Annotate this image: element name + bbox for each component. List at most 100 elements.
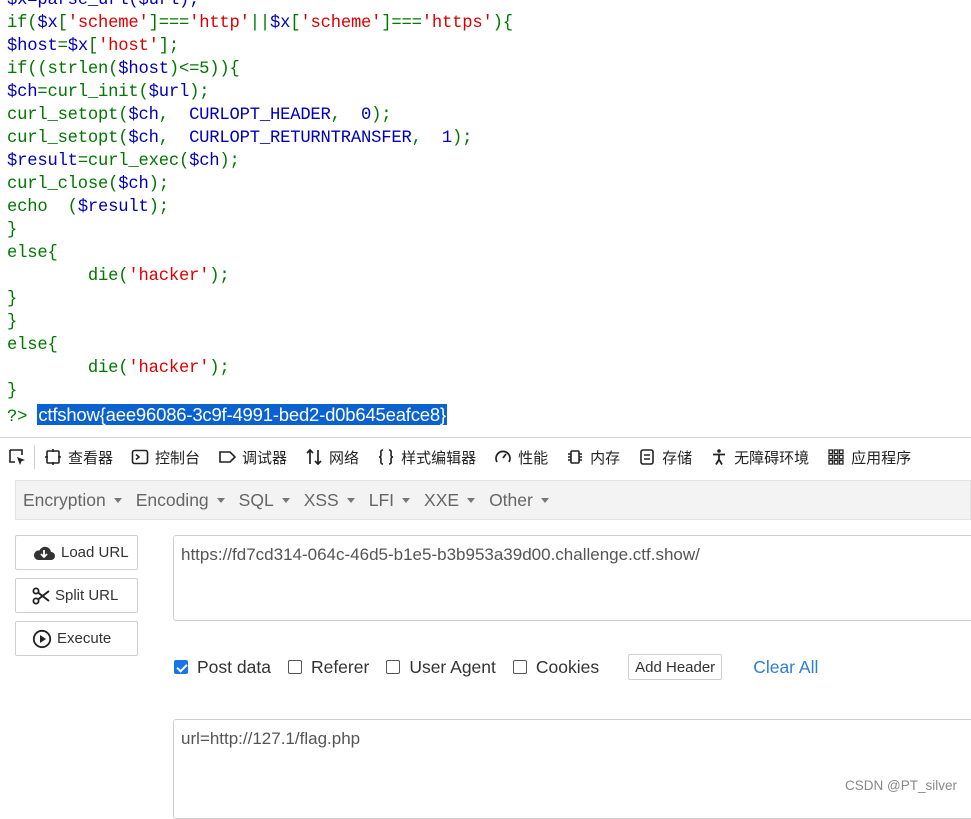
- code-token: );: [452, 129, 473, 148]
- chevron-down-icon: [113, 497, 122, 503]
- option-label: User Agent: [409, 656, 496, 677]
- code-lines: $x=parse_url($url); if($x['scheme']==='ht…: [7, 0, 971, 403]
- element-picker-button[interactable]: [0, 445, 35, 469]
- devtools-tab[interactable]: 应用程序: [818, 447, 920, 468]
- code-token: 'scheme': [67, 14, 149, 33]
- code-token: $x: [67, 37, 88, 56]
- flag-text[interactable]: ctfshow{aee96086-3c9f-4991-bed2-d0b645ea…: [37, 404, 447, 425]
- code-token: CURLOPT_HEADER: [189, 106, 331, 125]
- code-token: ];: [158, 37, 179, 56]
- code-token: =: [57, 37, 68, 56]
- style-editor-icon: [379, 449, 394, 465]
- code-line: curl_setopt($ch, CURLOPT_RETURNTRANSFER,…: [7, 127, 971, 150]
- code-token: }: [7, 382, 18, 401]
- option-label: Referer: [310, 656, 370, 677]
- play-circle-icon: [32, 629, 52, 648]
- scissors-icon: [32, 587, 50, 604]
- code-token: $ch: [7, 83, 38, 102]
- flag-line: ?> ctfshow{aee96086-3c9f-4991-bed2-d0b64…: [7, 403, 971, 427]
- execute-button[interactable]: Execute: [15, 621, 138, 656]
- code-line: $ch=curl_init($url);: [7, 81, 971, 104]
- option-user-agent[interactable]: User Agent: [386, 657, 496, 678]
- code-token: $ch: [118, 175, 149, 194]
- devtools-tab[interactable]: 控制台: [122, 447, 209, 468]
- hackbar-menu-item[interactable]: Encoding: [129, 490, 232, 511]
- split-url-label: Split URL: [55, 587, 119, 604]
- devtools-tab-label: 无障碍环境: [734, 449, 810, 467]
- devtools-tab[interactable]: 性能: [485, 447, 557, 468]
- code-token: 0: [361, 106, 372, 125]
- chevron-down-icon: [467, 497, 476, 503]
- option-post-data[interactable]: Post data: [174, 657, 271, 678]
- devtools-tab[interactable]: 样式编辑器: [368, 447, 485, 468]
- option-cookies[interactable]: Cookies: [512, 656, 600, 678]
- hackbar-menu-item[interactable]: XXE: [417, 490, 482, 511]
- hackbar-menu-item[interactable]: Encryption: [16, 490, 129, 511]
- checkbox[interactable]: [512, 660, 527, 674]
- code-line: else{: [7, 242, 971, 265]
- code-token: );: [219, 152, 240, 171]
- devtools-toolbar: 查看器 控制台 调试器 网络 样式编辑器 性能 内存 存储 无障碍环境 应用程序: [0, 437, 971, 476]
- checkbox[interactable]: [386, 660, 401, 674]
- code-token: =curl_init(: [37, 83, 149, 102]
- code-line: $x=parse_url($url);: [7, 0, 971, 12]
- checkbox[interactable]: [287, 660, 302, 674]
- option-referer[interactable]: Referer: [287, 656, 370, 678]
- code-line: die('hacker');: [7, 265, 971, 288]
- code-token: $ch: [128, 106, 159, 125]
- execute-label: Execute: [57, 630, 112, 647]
- devtools-tab-label: 存储: [662, 449, 693, 467]
- element-picker-icon: [9, 449, 25, 465]
- code-line: $result=curl_exec($ch);: [7, 150, 971, 173]
- devtools-tab[interactable]: 网络: [296, 447, 368, 468]
- load-url-button[interactable]: Load URL: [15, 535, 138, 570]
- hackbar-menu-item[interactable]: Other: [482, 490, 556, 511]
- code-token: CURLOPT_RETURNTRANSFER: [189, 129, 412, 148]
- code-line: else{: [7, 334, 971, 357]
- code-token: curl_setopt(: [7, 129, 129, 148]
- devtools-tab[interactable]: 调试器: [209, 447, 296, 468]
- code-line: if((strlen($host)<=5)){: [7, 58, 971, 81]
- hackbar-menu-label: SQL: [238, 489, 274, 510]
- code-line: $host=$x['host'];: [7, 35, 971, 58]
- code-token: ,: [411, 129, 442, 148]
- code-token: ,: [330, 106, 362, 125]
- clear-all-link[interactable]: Clear All: [753, 657, 818, 678]
- code-token: ,: [158, 129, 190, 148]
- devtools-tab-label: 内存: [590, 449, 621, 467]
- devtools-tab[interactable]: 查看器: [35, 447, 122, 468]
- debugger-icon: [219, 451, 237, 463]
- url-input[interactable]: https://fd7cd314-064c-46d5-b1e5-b3b953a3…: [173, 535, 971, 621]
- code-token: );: [148, 175, 169, 194]
- split-url-button[interactable]: Split URL: [15, 578, 138, 613]
- option-label: Cookies: [535, 656, 600, 677]
- hackbar-menu-label: XXE: [424, 489, 460, 510]
- code-token: die(: [7, 359, 129, 378]
- devtools-tab[interactable]: 存储: [629, 447, 701, 468]
- post-data-input[interactable]: url=http://127.1/flag.php: [173, 719, 971, 819]
- code-token: echo (: [7, 198, 78, 217]
- chevron-down-icon: [402, 497, 411, 503]
- code-token: $x: [270, 14, 291, 33]
- checkbox[interactable]: [174, 660, 188, 674]
- add-header-button[interactable]: Add Header: [628, 654, 723, 680]
- code-token: if(: [7, 14, 38, 33]
- url-value: https://fd7cd314-064c-46d5-b1e5-b3b953a3…: [181, 545, 700, 564]
- code-token: ]===: [148, 14, 190, 33]
- hackbar-menu-item[interactable]: LFI: [362, 490, 417, 511]
- watermark: CSDN @PT_silver: [845, 778, 957, 793]
- code-token: }: [7, 290, 18, 309]
- code-line: }: [7, 311, 971, 334]
- hackbar-menu: Encryption Encoding SQL XSS LFI XXE Other: [15, 480, 971, 520]
- hackbar-menu-item[interactable]: SQL: [232, 490, 297, 511]
- devtools-tab[interactable]: 内存: [557, 447, 629, 468]
- code-token: 'scheme': [300, 14, 382, 33]
- hackbar-options: Post data Referer User Agent Cookies Add He…: [174, 654, 874, 680]
- load-url-label: Load URL: [61, 544, 129, 561]
- devtools-tab[interactable]: 无障碍环境: [701, 447, 818, 468]
- hackbar-menu-item[interactable]: XSS: [297, 490, 362, 511]
- accessibility-icon: [713, 449, 726, 465]
- code-token: 'http': [189, 14, 250, 33]
- code-token: [: [290, 14, 301, 33]
- code-line: die('hacker');: [7, 357, 971, 380]
